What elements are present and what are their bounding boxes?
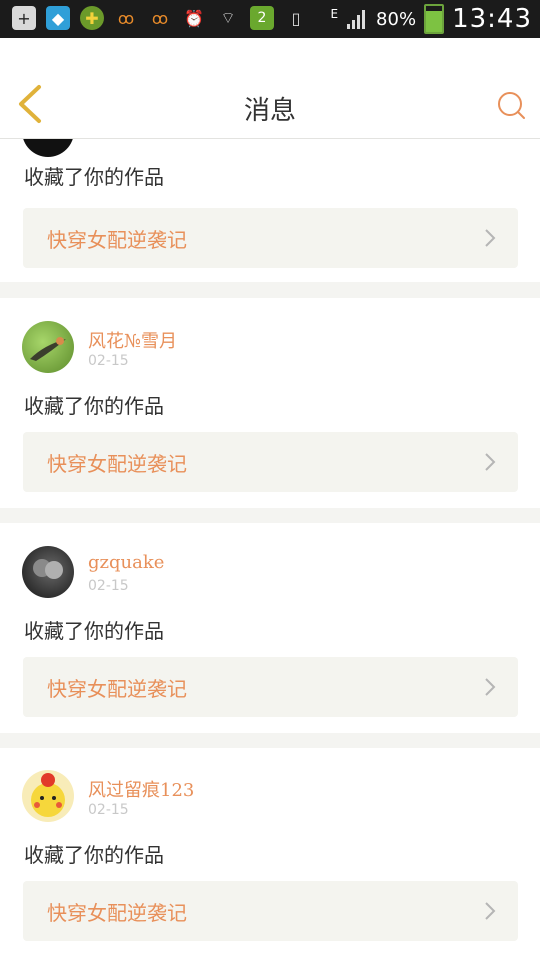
user-row: 风过留痕123 02-15 (22, 770, 502, 830)
chevron-right-icon (485, 902, 496, 920)
username[interactable]: gzquake (88, 552, 164, 573)
app-header: 消息 (0, 38, 540, 139)
avatar[interactable] (22, 770, 74, 822)
message-list[interactable]: 收藏了你的作品 快穿女配逆袭记 风花№雪月 02-15 收藏了你的作品 快穿女配… (0, 139, 540, 960)
timestamp: 02-15 (88, 578, 129, 594)
message-item: 收藏了你的作品 快穿女配逆袭记 (0, 139, 540, 282)
action-text: 收藏了你的作品 (24, 394, 164, 418)
alarm-icon: ⏰ (184, 8, 204, 28)
plus-circle-icon: ✚ (80, 6, 104, 30)
no-sim-icon: ▯ (291, 8, 301, 28)
pikachu-avatar-icon (31, 773, 65, 817)
couple-avatar-icon (33, 559, 63, 579)
squirrel-icon: ꝏ (117, 8, 135, 28)
avatar[interactable] (22, 321, 74, 373)
work-title: 快穿女配逆袭记 (47, 677, 187, 701)
chevron-right-icon (485, 453, 496, 471)
bird-avatar-icon (30, 337, 66, 361)
notification-icons: + ◆ ✚ ꝏ ꝏ ⏰ ⌔ 2 ▯ (12, 6, 308, 30)
work-link[interactable]: 快穿女配逆袭记 (23, 208, 518, 268)
search-button[interactable] (496, 90, 526, 120)
work-link[interactable]: 快穿女配逆袭记 (23, 657, 518, 717)
avatar[interactable] (22, 546, 74, 598)
message-item: 风过留痕123 02-15 收藏了你的作品 快穿女配逆袭记 (0, 748, 540, 960)
action-text: 收藏了你的作品 (24, 843, 164, 867)
work-title: 快穿女配逆袭记 (47, 228, 187, 252)
add-icon: + (12, 6, 36, 30)
avatar[interactable] (22, 139, 74, 157)
system-tray: E 80% 13:43 (330, 4, 532, 34)
timestamp: 02-15 (88, 802, 129, 818)
user-row: 风花№雪月 02-15 (22, 321, 502, 381)
battery-level (426, 11, 443, 32)
status-bar: + ◆ ✚ ꝏ ꝏ ⏰ ⌔ 2 ▯ E 80% 13:43 (0, 0, 540, 38)
work-title: 快穿女配逆袭记 (47, 452, 187, 476)
timestamp: 02-15 (88, 353, 129, 369)
work-title: 快穿女配逆袭记 (47, 901, 187, 925)
chevron-right-icon (485, 229, 496, 247)
app-icon: ◆ (46, 6, 70, 30)
battery-percent: 80% (376, 8, 417, 30)
username[interactable]: 风过留痕123 (88, 776, 194, 802)
user-row: gzquake 02-15 (22, 546, 502, 606)
username[interactable]: 风花№雪月 (88, 327, 177, 353)
wifi-icon: ⌔ (220, 8, 236, 27)
clock: 13:43 (452, 4, 532, 34)
network-type: E (330, 7, 339, 21)
work-link[interactable]: 快穿女配逆袭记 (23, 881, 518, 941)
signal-icon (347, 10, 366, 29)
page-title: 消息 (243, 96, 296, 126)
battery-icon (424, 4, 445, 34)
work-link[interactable]: 快穿女配逆袭记 (23, 432, 518, 492)
chevron-right-icon (485, 678, 496, 696)
search-icon (498, 92, 525, 119)
action-text: 收藏了你的作品 (24, 619, 164, 643)
sim-icon: 2 (250, 6, 274, 30)
action-text: 收藏了你的作品 (24, 165, 164, 189)
message-item: gzquake 02-15 收藏了你的作品 快穿女配逆袭记 (0, 523, 540, 733)
squirrel-icon: ꝏ (151, 8, 169, 28)
message-item: 风花№雪月 02-15 收藏了你的作品 快穿女配逆袭记 (0, 298, 540, 508)
